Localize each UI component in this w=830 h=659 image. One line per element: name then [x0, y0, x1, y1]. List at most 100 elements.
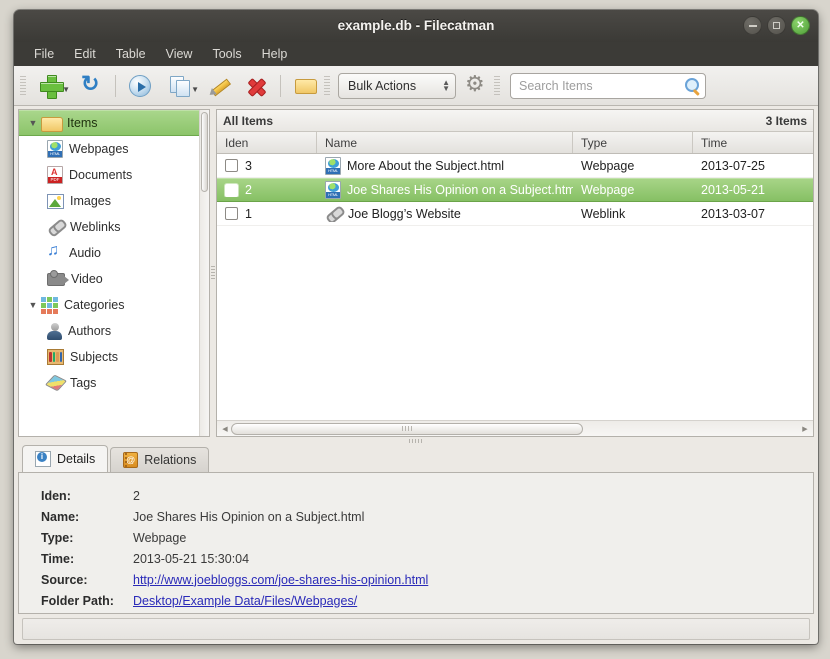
folder-path-link[interactable]: Desktop/Example Data/Files/Webpages/ [133, 594, 357, 608]
refresh-icon [81, 71, 101, 97]
search-input[interactable]: Search Items [510, 72, 706, 99]
maximize-button[interactable] [767, 16, 786, 35]
close-button[interactable]: ✕ [791, 16, 810, 35]
table-row[interactable]: 1 Joe Blogg’s Website Weblink 2013-03-07 [217, 202, 813, 226]
splitter-grip [409, 439, 423, 443]
search-icon[interactable] [684, 77, 701, 94]
sidebar-item-video[interactable]: Video [19, 266, 199, 292]
sidebar-item-subjects[interactable]: Subjects [19, 344, 199, 370]
tab-details[interactable]: Details [22, 445, 109, 472]
chevron-down-icon[interactable]: ▼ [62, 85, 70, 94]
open-item-button[interactable] [123, 70, 157, 102]
sidebar-tree: ▼ Items Webpages Documents [18, 109, 210, 437]
image-icon [47, 193, 64, 209]
menu-tools[interactable]: Tools [202, 44, 251, 64]
sidebar-item-label: Audio [69, 246, 101, 260]
settings-gear-button[interactable] [458, 70, 492, 102]
row-time-cell: 2013-03-07 [701, 206, 765, 221]
row-checkbox[interactable] [225, 207, 238, 220]
author-person-icon [47, 322, 62, 340]
chevron-down-icon[interactable]: ▼ [191, 85, 199, 94]
row-iden-cell[interactable]: 3 [217, 159, 317, 173]
scrollbar-thumb[interactable] [201, 112, 208, 192]
column-header-name[interactable]: Name [317, 132, 573, 153]
column-header-type[interactable]: Type [573, 132, 693, 153]
menu-edit[interactable]: Edit [64, 44, 106, 64]
scroll-right-arrow-icon[interactable]: ▶ [799, 425, 811, 433]
expander-triangle-icon[interactable]: ▼ [25, 118, 41, 128]
html-document-icon [47, 140, 63, 158]
row-name-cell[interactable]: Joe Blogg’s Website [317, 206, 573, 222]
menu-file[interactable]: File [24, 44, 64, 64]
detail-label: Type: [41, 530, 74, 545]
row-checkbox[interactable] [225, 183, 238, 197]
table-horizontal-scrollbar[interactable]: ◀ ▶ [217, 420, 813, 436]
window-controls: ✕ [743, 16, 810, 35]
detail-field-type: Type: Webpage [41, 527, 813, 548]
toolbar-drag-grip[interactable] [20, 75, 26, 96]
sidebar-item-items[interactable]: ▼ Items [19, 110, 199, 136]
categories-grid-icon [41, 296, 58, 314]
horizontal-splitter[interactable] [18, 437, 814, 445]
detail-label: Source: [41, 572, 88, 587]
upper-pane: ▼ Items Webpages Documents [18, 109, 814, 437]
detail-field-iden: Iden: 2 [41, 485, 813, 506]
folder-icon [295, 78, 317, 94]
expander-triangle-icon[interactable]: ▼ [25, 300, 41, 310]
sidebar-item-images[interactable]: Images [19, 188, 199, 214]
open-folder-button[interactable] [288, 70, 322, 102]
bulk-actions-combo[interactable]: Bulk Actions ▲ ▼ [338, 72, 456, 99]
sidebar-item-documents[interactable]: Documents [19, 162, 199, 188]
column-header-iden[interactable]: Iden [217, 132, 317, 153]
sidebar-item-webpages[interactable]: Webpages [19, 136, 199, 162]
toolbar-separator [280, 74, 281, 97]
tags-icon [46, 374, 66, 393]
toolbar-section-grip[interactable] [324, 75, 330, 96]
edit-item-button[interactable] [203, 70, 237, 102]
sidebar-item-weblinks[interactable]: Weblinks [19, 214, 199, 240]
page-title: All Items [223, 113, 274, 128]
toolbar-section-grip[interactable] [494, 75, 500, 96]
sidebar-vertical-scrollbar[interactable] [199, 110, 209, 436]
scrollbar-track[interactable] [231, 422, 799, 435]
table-row[interactable]: 3 More About the Subject.html Webpage 20… [217, 154, 813, 178]
detail-label: Folder Path: [41, 593, 114, 608]
row-name-cell[interactable]: Joe Shares His Opinion on a Subject.html [317, 181, 573, 199]
relations-book-icon [123, 452, 139, 468]
title-bar[interactable]: example.db - Filecatman ✕ [14, 10, 818, 42]
row-iden-cell[interactable]: 2 [217, 183, 317, 197]
add-item-button[interactable]: ▼ [30, 70, 72, 102]
table-row[interactable]: 2 Joe Shares His Opinion on a Subject.ht… [217, 178, 813, 202]
detail-label: Time: [41, 551, 75, 566]
detail-field-folder-path: Folder Path: Desktop/Example Data/Files/… [41, 590, 813, 611]
play-icon [129, 74, 151, 97]
scroll-left-arrow-icon[interactable]: ◀ [219, 425, 231, 433]
tab-relations[interactable]: Relations [110, 447, 210, 472]
link-icon [44, 215, 67, 238]
details-tabs: Details Relations [18, 445, 814, 472]
detail-label: Iden: [41, 488, 71, 503]
sidebar-item-categories[interactable]: ▼ Categories [19, 292, 199, 318]
tab-label: Details [57, 452, 96, 466]
refresh-button[interactable] [74, 70, 108, 102]
minimize-button[interactable] [743, 16, 762, 35]
row-iden-cell[interactable]: 1 [217, 207, 317, 221]
menu-table[interactable]: Table [106, 44, 156, 64]
detail-value: Webpage [133, 530, 187, 545]
scrollbar-thumb[interactable] [231, 422, 584, 435]
duplicate-item-button[interactable]: ▼ [159, 70, 201, 102]
source-link[interactable]: http://www.joebloggs.com/joe-shares-his-… [133, 573, 428, 587]
delete-item-button[interactable] [239, 70, 273, 102]
spinner-arrows-icon[interactable]: ▲ ▼ [442, 78, 450, 92]
detail-field-source: Source: http://www.joebloggs.com/joe-sha… [41, 569, 813, 590]
row-name-cell[interactable]: More About the Subject.html [317, 156, 573, 175]
menu-view[interactable]: View [156, 44, 203, 64]
column-header-time[interactable]: Time [693, 132, 813, 153]
row-checkbox[interactable] [225, 159, 238, 172]
audio-note-icon [47, 242, 63, 261]
sidebar-item-authors[interactable]: Authors [19, 318, 199, 344]
menu-help[interactable]: Help [252, 44, 298, 64]
window-title: example.db - Filecatman [337, 18, 495, 33]
sidebar-item-audio[interactable]: Audio [19, 240, 199, 266]
sidebar-item-tags[interactable]: Tags [19, 370, 199, 396]
